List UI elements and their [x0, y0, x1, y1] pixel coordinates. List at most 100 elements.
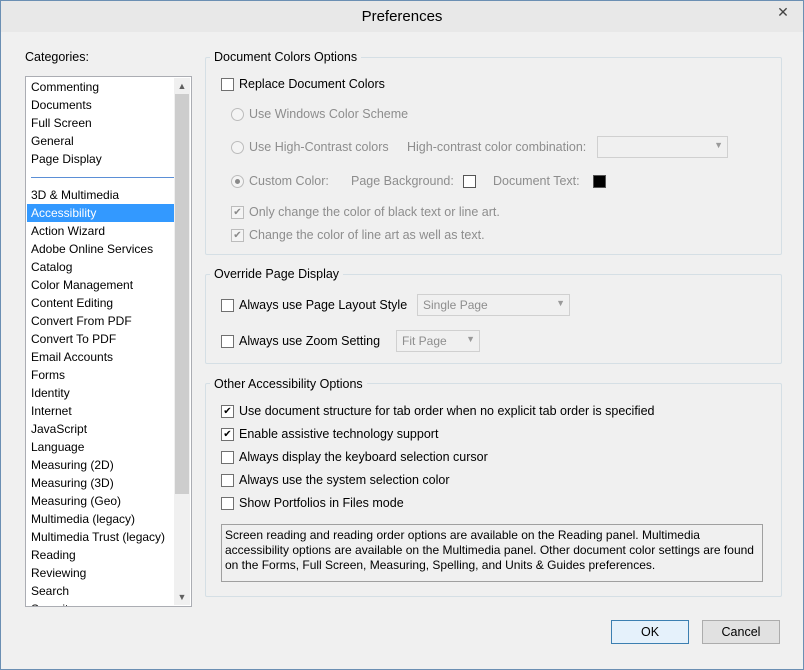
chevron-down-icon: ▼ — [556, 298, 565, 308]
category-item[interactable]: Color Management — [27, 276, 175, 294]
replace-colors-checkbox[interactable] — [221, 77, 234, 91]
combination-label: High-contrast color combination: — [407, 140, 587, 154]
tab-order-label: Use document structure for tab order whe… — [239, 404, 655, 418]
keyboard-cursor-option[interactable]: Always display the keyboard selection cu… — [221, 450, 488, 464]
tab-order-option[interactable]: ✔ Use document structure for tab order w… — [221, 404, 655, 418]
scroll-thumb[interactable] — [175, 94, 189, 494]
combination-dropdown[interactable]: ▼ — [597, 136, 728, 158]
category-item[interactable]: Reviewing — [27, 564, 175, 582]
zoom-dropdown[interactable]: Fit Page ▼ — [396, 330, 480, 352]
page-background-label: Page Background: — [351, 174, 454, 188]
zoom-setting-label: Always use Zoom Setting — [239, 334, 381, 348]
category-item[interactable]: Page Display — [27, 150, 175, 168]
category-item[interactable]: Security — [27, 600, 175, 606]
custom-color-radio[interactable] — [231, 174, 244, 188]
override-page-display-group — [205, 274, 782, 364]
tab-order-checkbox[interactable]: ✔ — [221, 404, 234, 418]
page-layout-checkbox[interactable] — [221, 298, 234, 312]
high-contrast-label: Use High-Contrast colors — [249, 140, 389, 154]
document-colors-legend: Document Colors Options — [210, 50, 362, 64]
category-item[interactable]: Documents — [27, 96, 175, 114]
replace-colors-label: Replace Document Colors — [239, 77, 385, 91]
custom-color-option[interactable]: Custom Color: — [231, 174, 329, 188]
only-black-text-option[interactable]: ✔ Only change the color of black text or… — [231, 205, 500, 219]
ok-button[interactable]: OK — [611, 620, 689, 644]
page-layout-option[interactable]: Always use Page Layout Style — [221, 298, 407, 312]
categories-label: Categories: — [25, 50, 89, 64]
only-black-label: Only change the color of black text or l… — [249, 205, 500, 219]
category-item[interactable]: Forms — [27, 366, 175, 384]
category-item[interactable]: Measuring (3D) — [27, 474, 175, 492]
assistive-checkbox[interactable]: ✔ — [221, 427, 234, 441]
category-item[interactable]: Search — [27, 582, 175, 600]
categories-scrollbar[interactable]: ▲ ▼ — [174, 78, 190, 605]
category-item[interactable]: Multimedia Trust (legacy) — [27, 528, 175, 546]
page-background-swatch[interactable] — [463, 175, 476, 188]
chevron-down-icon: ▼ — [714, 140, 723, 150]
category-item[interactable]: Internet — [27, 402, 175, 420]
category-item[interactable]: JavaScript — [27, 420, 175, 438]
document-text-label: Document Text: — [493, 174, 580, 188]
line-art-option[interactable]: ✔ Change the color of line art as well a… — [231, 228, 485, 242]
zoom-value: Fit Page — [402, 334, 447, 348]
portfolios-files-mode-option[interactable]: Show Portfolios in Files mode — [221, 496, 404, 510]
category-item[interactable]: Email Accounts — [27, 348, 175, 366]
high-contrast-radio[interactable] — [231, 140, 244, 154]
page-layout-dropdown[interactable]: Single Page ▼ — [417, 294, 570, 316]
chevron-down-icon: ▼ — [466, 334, 475, 344]
portfolios-label: Show Portfolios in Files mode — [239, 496, 404, 510]
category-item[interactable]: Commenting — [27, 78, 175, 96]
windows-color-scheme-option[interactable]: Use Windows Color Scheme — [231, 107, 408, 121]
category-item[interactable]: Language — [27, 438, 175, 456]
portfolios-checkbox[interactable] — [221, 496, 234, 510]
windows-scheme-radio[interactable] — [231, 107, 244, 121]
only-black-checkbox[interactable]: ✔ — [231, 205, 244, 219]
category-item[interactable]: Full Screen — [27, 114, 175, 132]
custom-color-label: Custom Color: — [249, 174, 329, 188]
line-art-label: Change the color of line art as well as … — [249, 228, 485, 242]
category-separator — [27, 168, 175, 186]
windows-scheme-label: Use Windows Color Scheme — [249, 107, 409, 121]
system-color-label: Always use the system selection color — [239, 473, 450, 487]
system-color-checkbox[interactable] — [221, 473, 234, 487]
category-item[interactable]: Multimedia (legacy) — [27, 510, 175, 528]
category-item[interactable]: Content Editing — [27, 294, 175, 312]
category-item[interactable]: Catalog — [27, 258, 175, 276]
page-layout-value: Single Page — [423, 298, 488, 312]
document-text-swatch[interactable] — [593, 175, 606, 188]
assistive-label: Enable assistive technology support — [239, 427, 439, 441]
category-item[interactable]: 3D & Multimedia — [27, 186, 175, 204]
keyboard-cursor-label: Always display the keyboard selection cu… — [239, 450, 488, 464]
other-accessibility-legend: Other Accessibility Options — [210, 377, 367, 391]
zoom-setting-checkbox[interactable] — [221, 334, 234, 348]
category-item[interactable]: Adobe Online Services — [27, 240, 175, 258]
category-item[interactable]: General — [27, 132, 175, 150]
scroll-down-icon[interactable]: ▼ — [174, 589, 190, 605]
line-art-checkbox[interactable]: ✔ — [231, 228, 244, 242]
category-item[interactable]: Convert To PDF — [27, 330, 175, 348]
override-legend: Override Page Display — [210, 267, 344, 281]
category-item[interactable]: Measuring (2D) — [27, 456, 175, 474]
category-item[interactable]: Convert From PDF — [27, 312, 175, 330]
zoom-setting-option[interactable]: Always use Zoom Setting — [221, 334, 380, 348]
category-item[interactable]: Action Wizard — [27, 222, 175, 240]
assistive-technology-option[interactable]: ✔ Enable assistive technology support — [221, 427, 438, 441]
replace-document-colors[interactable]: Replace Document Colors — [221, 77, 385, 91]
keyboard-cursor-checkbox[interactable] — [221, 450, 234, 464]
accessibility-info-text: Screen reading and reading order options… — [221, 524, 763, 582]
cancel-button[interactable]: Cancel — [702, 620, 780, 644]
categories-list[interactable]: Commenting Documents Full Screen General Pag… — [25, 76, 192, 607]
title-bar: Preferences ✕ — [1, 1, 803, 32]
system-selection-color-option[interactable]: Always use the system selection color — [221, 473, 450, 487]
category-item[interactable]: Accessibility — [27, 204, 175, 222]
category-item[interactable]: Identity — [27, 384, 175, 402]
scroll-up-icon[interactable]: ▲ — [174, 78, 190, 94]
category-item[interactable]: Measuring (Geo) — [27, 492, 175, 510]
category-item[interactable]: Reading — [27, 546, 175, 564]
window-title: Preferences — [361, 8, 443, 25]
preferences-window: Preferences ✕ Categories: Commenting Docu… — [0, 0, 804, 670]
high-contrast-option[interactable]: Use High-Contrast colors — [231, 140, 389, 154]
categories-items: Commenting Documents Full Screen General Pag… — [27, 78, 175, 606]
page-layout-label: Always use Page Layout Style — [239, 298, 408, 312]
close-icon[interactable]: ✕ — [769, 2, 797, 22]
